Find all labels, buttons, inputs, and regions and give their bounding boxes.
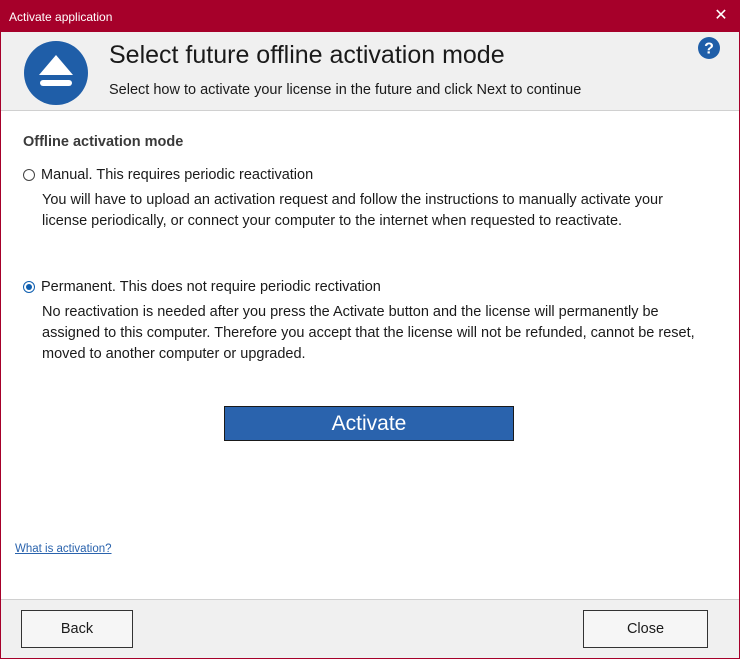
activation-window: Activate application ✕ Select future off… (0, 0, 740, 659)
what-is-activation-link[interactable]: What is activation? (15, 543, 112, 555)
activate-button[interactable]: Activate (224, 406, 514, 441)
eject-icon (24, 41, 88, 105)
radio-manual-button[interactable] (23, 169, 35, 181)
radio-permanent-button[interactable] (23, 281, 35, 293)
page-title: Select future offline activation mode (109, 41, 505, 69)
close-button[interactable]: Close (583, 610, 708, 648)
radio-permanent-label[interactable]: Permanent. This does not require periodi… (41, 279, 381, 295)
footer-bar: Back Close (1, 599, 739, 658)
window-title: Activate application (9, 10, 113, 24)
manual-description: You will have to upload an activation re… (42, 192, 663, 229)
section-title: Offline activation mode (23, 134, 184, 150)
back-button[interactable]: Back (21, 610, 133, 648)
radio-manual-label[interactable]: Manual. This requires periodic reactivat… (41, 167, 313, 183)
permanent-description: No reactivation is needed after you pres… (42, 304, 695, 362)
svg-text:?: ? (704, 41, 714, 58)
header-panel: Select future offline activation mode Se… (1, 32, 739, 111)
radio-manual[interactable]: Manual. This requires periodic reactivat… (23, 167, 313, 183)
radio-permanent[interactable]: Permanent. This does not require periodi… (23, 279, 381, 295)
title-bar[interactable]: Activate application ✕ (1, 1, 739, 32)
page-subtitle: Select how to activate your license in t… (109, 82, 582, 98)
window-close-icon[interactable]: ✕ (709, 5, 733, 27)
help-icon[interactable]: ? (697, 36, 721, 60)
main-content: Offline activation mode Manual. This req… (1, 111, 739, 599)
